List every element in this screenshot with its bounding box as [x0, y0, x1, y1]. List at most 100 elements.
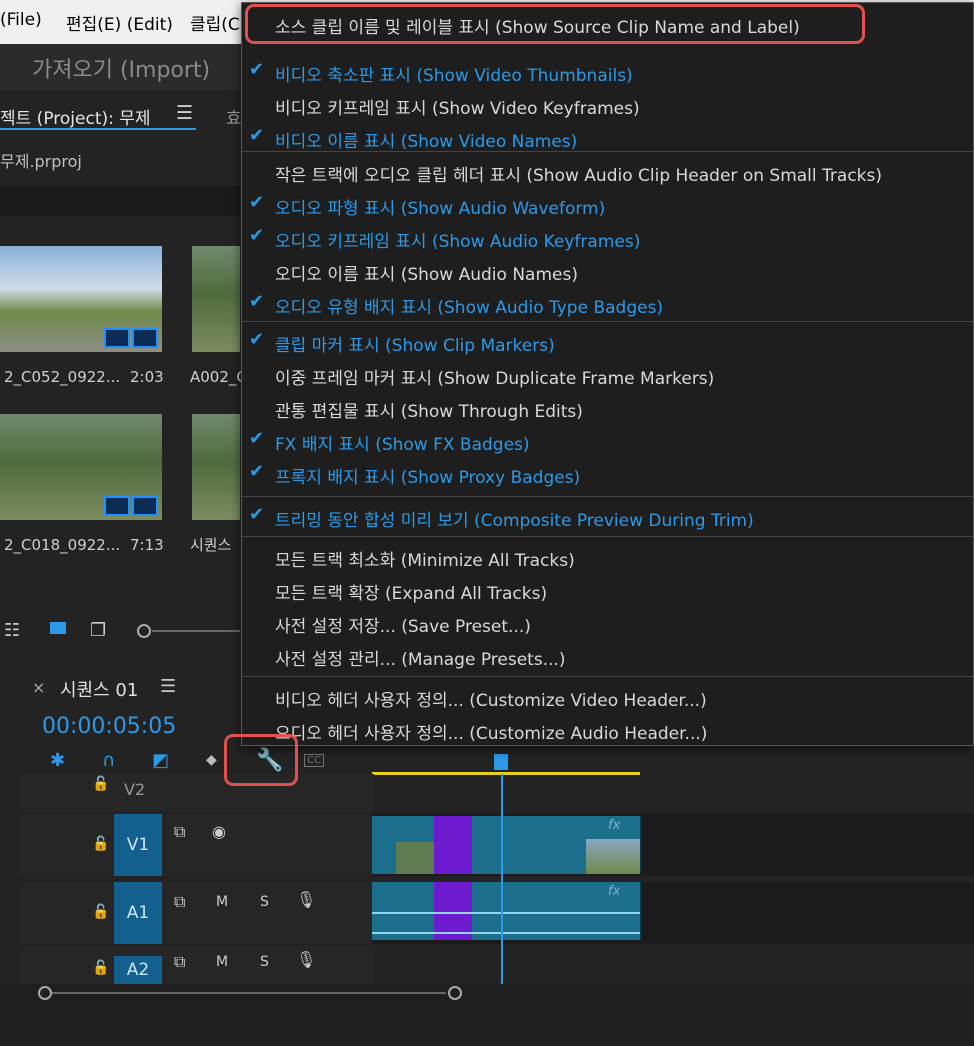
menu-item-label: 작은 트랙에 오디오 클립 헤더 표시 (Show Audio Clip Hea… — [275, 166, 882, 186]
lock-icon[interactable]: 🔓 — [92, 904, 109, 920]
audio-waveform — [372, 932, 640, 934]
checkmark-icon: ✔ — [249, 59, 265, 80]
menu-item[interactable]: ✔ 비디오 축소판 표시 (Show Video Thumbnails) — [242, 55, 973, 88]
import-tab[interactable]: 가져오기 (Import) — [0, 44, 240, 90]
menu-file[interactable]: (File) — [0, 10, 42, 30]
menu-item[interactable]: 오디오 이름 표시 (Show Audio Names) — [242, 254, 973, 287]
video-clip[interactable] — [372, 816, 397, 874]
timeline-scrollbar[interactable] — [0, 984, 974, 1046]
menu-item[interactable]: ✔ 오디오 유형 배지 표시 (Show Audio Type Badges) — [242, 287, 973, 320]
highlight-annotation — [245, 4, 865, 44]
menu-item[interactable]: 사전 설정 관리... (Manage Presets...) — [242, 639, 973, 672]
track-target-a1[interactable]: A1 — [114, 882, 162, 944]
audio-waveform — [372, 912, 640, 914]
hamburger-icon[interactable]: ☰ — [176, 102, 193, 124]
scroll-handle-right[interactable] — [448, 986, 462, 1000]
menu-item[interactable]: 모든 트랙 확장 (Expand All Tracks) — [242, 573, 973, 606]
freeform-view-icon[interactable]: ❐ — [90, 620, 106, 641]
video-badge-icon — [104, 496, 130, 516]
menu-item[interactable]: 비디오 헤더 사용자 정의... (Customize Video Header… — [242, 680, 973, 713]
audio-badge-icon — [132, 328, 158, 348]
video-clip[interactable] — [434, 816, 473, 874]
effects-tab[interactable]: 효 — [226, 104, 242, 129]
menu-item[interactable]: 모든 트랙 최소화 (Minimize All Tracks) — [242, 540, 973, 573]
track-header-a1: 🔓 A1 ⧉ M S 🎙 — [20, 882, 374, 944]
menu-item-label: 관통 편집물 표시 (Show Through Edits) — [275, 402, 583, 422]
menu-item-label: 오디오 헤더 사용자 정의... (Customize Audio Header… — [275, 724, 708, 744]
icon-view-icon[interactable] — [50, 622, 66, 634]
playhead-line — [501, 774, 503, 984]
track-target-v1[interactable]: V1 — [114, 814, 162, 876]
menu-item[interactable]: ✔ FX 배지 표시 (Show FX Badges) — [242, 424, 973, 457]
menu-edit[interactable]: 편집(E) (Edit) — [66, 10, 173, 35]
video-clip[interactable] — [472, 816, 513, 874]
menu-item-label: 비디오 축소판 표시 (Show Video Thumbnails) — [275, 66, 633, 86]
menu-item[interactable]: ✔ 프록지 배지 표시 (Show Proxy Badges) — [242, 457, 973, 490]
menu-item[interactable]: 비디오 키프레임 표시 (Show Video Keyframes) — [242, 88, 973, 121]
solo-button[interactable]: S — [260, 894, 269, 910]
hamburger-icon[interactable]: ☰ — [160, 676, 176, 697]
menu-item[interactable]: 이중 프레임 마커 표시 (Show Duplicate Frame Marke… — [242, 358, 973, 391]
add-marker-icon[interactable]: ◆ — [206, 752, 217, 768]
captions-icon[interactable]: CC — [304, 754, 324, 767]
timecode-display[interactable]: 00:00:05:05 — [42, 714, 176, 739]
sequence-tab-title[interactable]: 시퀀스 01 — [60, 676, 138, 702]
track-header-v1: 🔓 V1 ⧉ ◉ — [20, 814, 374, 876]
menu-item-label: 트리밍 동안 합성 미리 보기 (Composite Preview Durin… — [275, 511, 754, 531]
video-clip[interactable] — [396, 816, 435, 874]
menu-item[interactable]: ✔ 비디오 이름 표시 (Show Video Names) — [242, 121, 973, 154]
lock-icon[interactable]: 🔓 — [92, 960, 109, 976]
video-clip[interactable]: fx — [586, 816, 641, 874]
mute-button[interactable]: M — [216, 954, 228, 970]
zoom-slider-track[interactable] — [152, 630, 240, 632]
sync-lock-icon[interactable]: ⧉ — [174, 892, 185, 912]
menu-clip[interactable]: 클립(C — [190, 10, 240, 35]
playhead-handle[interactable] — [494, 754, 508, 770]
menu-item-label: 오디오 이름 표시 (Show Audio Names) — [275, 265, 578, 285]
scroll-handle-left[interactable] — [38, 986, 52, 1000]
menu-item-label: FX 배지 표시 (Show FX Badges) — [275, 435, 530, 455]
video-badge-icon — [104, 328, 130, 348]
video-clip[interactable] — [558, 816, 587, 874]
menu-item[interactable]: ✔ 오디오 키프레임 표시 (Show Audio Keyframes) — [242, 221, 973, 254]
project-search-bar[interactable] — [0, 186, 240, 216]
lock-icon[interactable]: 🔓 — [92, 776, 109, 792]
menu-item[interactable]: 관통 편집물 표시 (Show Through Edits) — [242, 391, 973, 424]
menu-item[interactable]: 오디오 헤더 사용자 정의... (Customize Audio Header… — [242, 713, 973, 746]
nest-icon[interactable]: ✱ — [50, 750, 65, 771]
scroll-track[interactable] — [52, 992, 446, 994]
checkmark-icon: ✔ — [249, 225, 265, 246]
menu-separator — [242, 536, 973, 537]
snap-icon[interactable]: ∩ — [102, 750, 115, 771]
linked-selection-icon[interactable]: ◩ — [152, 750, 169, 771]
sequence-thumbnail[interactable] — [192, 414, 240, 520]
fx-badge: fx — [608, 818, 621, 833]
menu-item[interactable]: ✔ 트리밍 동안 합성 미리 보기 (Composite Preview Duri… — [242, 500, 973, 533]
video-clip[interactable] — [532, 816, 559, 874]
microphone-icon[interactable]: 🎙 — [296, 950, 316, 969]
checkmark-icon: ✔ — [249, 461, 265, 482]
menu-item-label: 오디오 키프레임 표시 (Show Audio Keyframes) — [275, 232, 641, 252]
menu-item[interactable]: 사전 설정 저장... (Save Preset...) — [242, 606, 973, 639]
close-icon[interactable]: × — [32, 678, 45, 697]
menu-item-label: 사전 설정 저장... (Save Preset...) — [275, 617, 531, 637]
menu-item[interactable]: ✔ 오디오 파형 표시 (Show Audio Waveform) — [242, 188, 973, 221]
zoom-slider-handle[interactable] — [137, 624, 151, 638]
menu-item[interactable]: ✔ 클립 마커 표시 (Show Clip Markers) — [242, 325, 973, 358]
clip-thumbnail-3[interactable] — [0, 414, 162, 520]
sync-lock-icon[interactable]: ⧉ — [174, 952, 185, 972]
clip-thumbnail-1[interactable] — [0, 246, 162, 352]
track-target-a2[interactable]: A2 — [114, 956, 162, 984]
wrench-highlight-annotation — [224, 734, 298, 786]
eye-icon[interactable]: ◉ — [212, 822, 226, 841]
list-view-icon[interactable]: ☷ — [4, 620, 20, 641]
microphone-icon[interactable]: 🎙 — [296, 890, 316, 909]
menu-item[interactable]: 작은 트랙에 오디오 클립 헤더 표시 (Show Audio Clip Hea… — [242, 155, 973, 188]
solo-button[interactable]: S — [260, 954, 269, 970]
lock-icon[interactable]: 🔓 — [92, 836, 109, 852]
sync-lock-icon[interactable]: ⧉ — [174, 822, 185, 842]
mute-button[interactable]: M — [216, 894, 228, 910]
project-title[interactable]: 젝트 (Project): 무제 — [0, 104, 151, 129]
clip-thumbnail-2[interactable] — [192, 246, 240, 352]
video-clip[interactable] — [512, 816, 533, 874]
